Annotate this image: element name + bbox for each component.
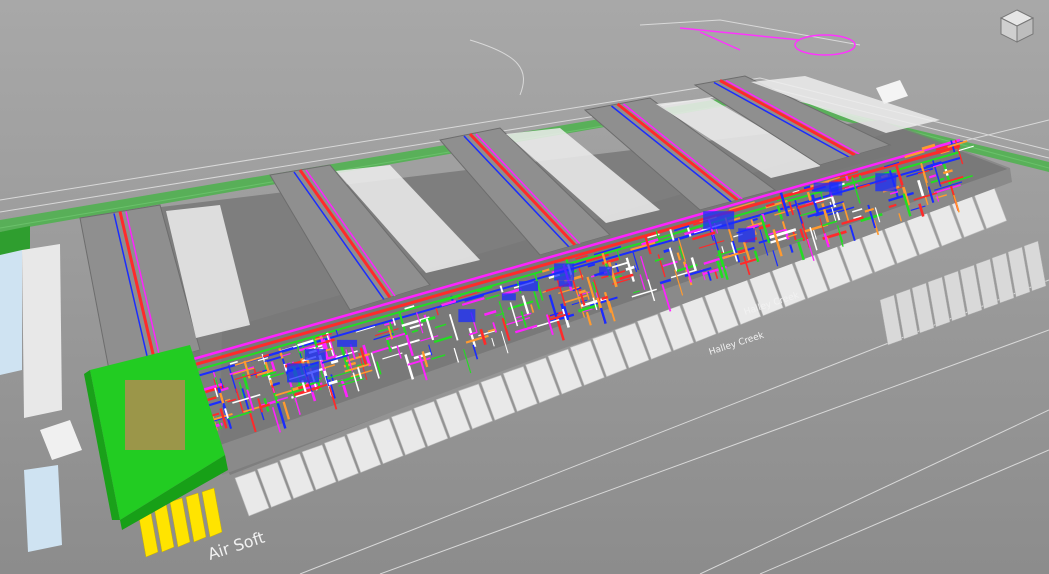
equipment-block (599, 266, 613, 276)
equipment-block (287, 363, 320, 383)
model-viewport[interactable]: Air Soft Halley Creek Halley Creek (0, 0, 1049, 574)
viewcube-icon[interactable] (997, 6, 1037, 46)
branch-duct (601, 295, 609, 301)
equipment-block (518, 281, 538, 292)
branch-duct (330, 359, 339, 365)
equipment-block (458, 309, 476, 323)
equipment-block (829, 181, 843, 196)
equipment-block (703, 211, 735, 230)
equipment-block (554, 263, 575, 281)
equipment-block (738, 228, 756, 243)
mep-3d-model-scene[interactable]: Air Soft Halley Creek Halley Creek (0, 0, 1049, 574)
equipment-block (304, 348, 326, 360)
equipment-block (875, 173, 897, 192)
equipment-block (558, 280, 573, 287)
equipment-block (337, 339, 358, 347)
branch-duct (578, 289, 587, 295)
equipment-block (501, 293, 516, 301)
